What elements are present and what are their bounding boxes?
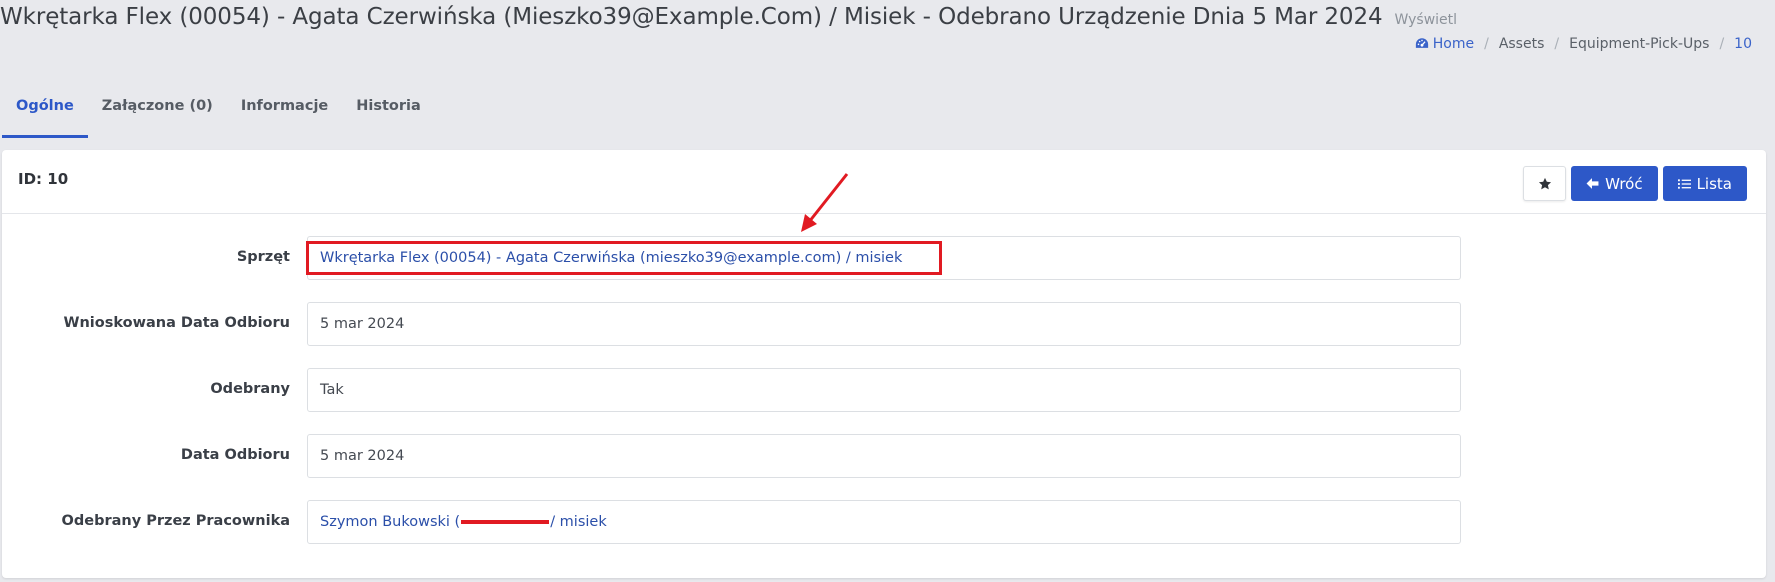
field-value-end[interactable]: / misiek	[550, 514, 607, 530]
field-label: Sprzęt	[236, 249, 290, 265]
field-row-equipment: Sprzęt Wkrętarka Flex (00054) - Agata Cz…	[2, 236, 1766, 302]
breadcrumb: Home / Assets / Equipment-Pick-Ups / 10	[1415, 36, 1752, 52]
record-id: ID: 10	[18, 170, 69, 188]
list-button-label: Lista	[1696, 174, 1732, 193]
record-card: ID: 10 Wróć Lista Sprzęt Wkrętarka Flex …	[2, 150, 1766, 578]
page-title: Wkrętarka Flex (00054) - Agata Czerwińsk…	[0, 4, 1383, 30]
card-header: ID: 10 Wróć Lista	[2, 150, 1766, 214]
breadcrumb-equipment-pick-ups[interactable]: Equipment-Pick-Ups	[1569, 36, 1709, 52]
breadcrumb-home-label: Home	[1432, 36, 1475, 52]
breadcrumb-home[interactable]: Home	[1415, 36, 1474, 52]
favorite-button[interactable]	[1523, 166, 1567, 201]
arrow-left-icon	[1586, 178, 1599, 189]
field-value-box: 5 mar 2024	[307, 434, 1461, 478]
field-label: Wnioskowana Data Odbioru	[63, 315, 290, 331]
annotation-highlight-box	[306, 241, 942, 275]
dashboard-icon	[1415, 38, 1428, 48]
field-label: Odebrany	[210, 381, 290, 397]
tab-attachments[interactable]: Załączone (0)	[88, 88, 227, 138]
annotation-arrow	[801, 173, 849, 232]
tab-history[interactable]: Historia	[342, 88, 435, 138]
page-header: Wkrętarka Flex (00054) - Agata Czerwińsk…	[0, 4, 1457, 40]
back-button[interactable]: Wróć	[1571, 166, 1658, 201]
field-row-picked-up: Odebrany Tak	[2, 368, 1766, 434]
breadcrumb-assets[interactable]: Assets	[1499, 36, 1545, 52]
field-value-start[interactable]: Szymon Bukowski (	[320, 514, 460, 530]
list-button[interactable]: Lista	[1662, 166, 1747, 201]
page-subtitle: Wyświetl	[1394, 12, 1458, 28]
breadcrumb-separator: /	[1484, 36, 1489, 52]
field-value: 5 mar 2024	[320, 316, 405, 332]
employee-link[interactable]: Szymon Bukowski ( / misiek	[307, 500, 1461, 544]
tab-general[interactable]: Ogólne	[2, 88, 88, 138]
back-button-label: Wróć	[1605, 174, 1643, 193]
field-value: Tak	[320, 382, 344, 398]
field-label: Data Odbioru	[180, 447, 290, 463]
field-label: Odebrany Przez Pracownika	[61, 513, 290, 529]
field-row-pickup-date: Data Odbioru 5 mar 2024	[2, 434, 1766, 500]
breadcrumb-separator: /	[1554, 36, 1560, 52]
breadcrumb-current: 10	[1734, 36, 1752, 52]
header-actions: Wróć Lista	[1523, 166, 1747, 201]
field-value-box: Tak	[307, 368, 1461, 412]
field-value-box: 5 mar 2024	[307, 302, 1461, 346]
star-icon	[1538, 177, 1551, 189]
tab-bar: Ogólne Załączone (0) Informacje Historia	[2, 88, 435, 138]
field-row-requested-date: Wnioskowana Data Odbioru 5 mar 2024	[2, 302, 1766, 368]
breadcrumb-separator: /	[1719, 36, 1725, 52]
field-value: 5 mar 2024	[320, 448, 405, 464]
list-icon	[1677, 178, 1691, 189]
detail-form: Sprzęt Wkrętarka Flex (00054) - Agata Cz…	[2, 236, 1766, 566]
redaction-mark	[461, 518, 550, 526]
tab-information[interactable]: Informacje	[227, 88, 342, 138]
field-row-picked-up-by: Odebrany Przez Pracownika Szymon Bukowsk…	[2, 500, 1766, 566]
